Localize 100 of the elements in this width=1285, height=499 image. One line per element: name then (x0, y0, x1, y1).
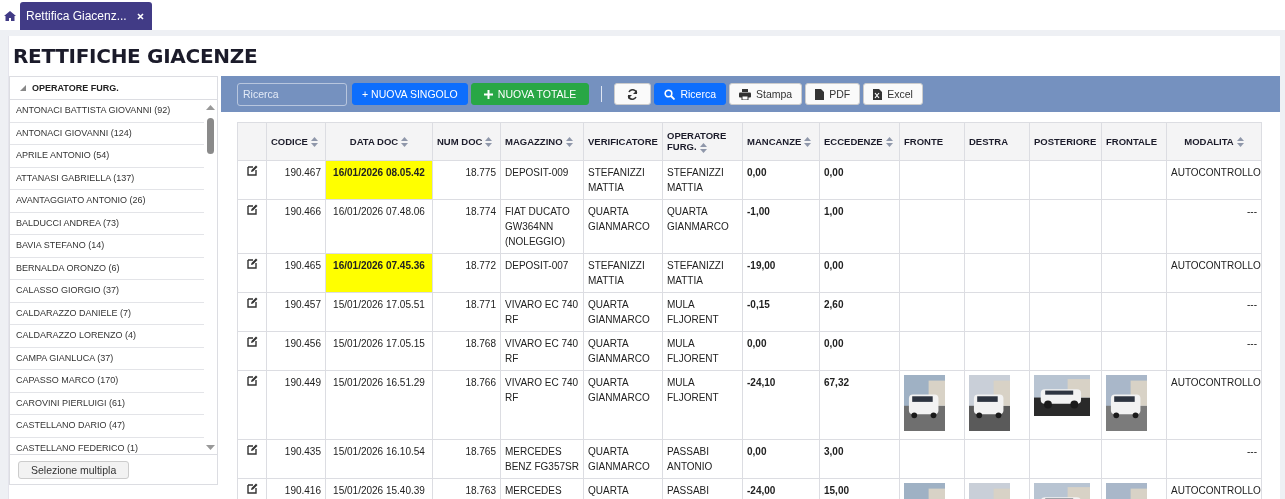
sidebar-item[interactable]: CASTELLANO DARIO (47) (10, 415, 204, 438)
sidebar-item[interactable]: ATTANASI GABRIELLA (137) (10, 167, 204, 190)
table-cell: STEFANIZZI MATTIA (583, 253, 663, 293)
table-cell: STEFANIZZI MATTIA (662, 253, 743, 293)
table-cell: 18.771 (432, 292, 501, 332)
table-cell: DEPOSIT-007 (500, 253, 584, 293)
table-cell (964, 253, 1030, 293)
column-header[interactable]: ECCEDENZE (819, 122, 900, 161)
multi-select-button[interactable]: Selezione multipla (18, 461, 130, 479)
sort-icon[interactable] (1236, 137, 1244, 148)
sort-icon[interactable] (804, 137, 812, 148)
file-icon (815, 88, 825, 100)
sort-icon[interactable] (401, 137, 409, 148)
sidebar-item[interactable]: CALASSO GIORGIO (37) (10, 280, 204, 303)
table-cell: 3,00 (819, 439, 900, 479)
table-cell: 18.766 (432, 370, 501, 440)
sort-icon[interactable] (565, 137, 573, 148)
sort-icon[interactable] (485, 137, 493, 148)
table-cell: 0,00 (742, 439, 820, 479)
search-button[interactable]: Ricerca (654, 83, 726, 105)
table-cell: 15/01/2026 16.51.29 (325, 370, 433, 440)
page-title: RETTIFICHE GIACENZE (12, 43, 259, 70)
table-cell: 0,00 (819, 253, 900, 293)
scroll-down-icon[interactable] (206, 445, 215, 450)
edit-icon[interactable] (246, 165, 258, 176)
edit-icon[interactable] (246, 297, 258, 308)
sidebar-header: OPERATORE FURG. (32, 83, 119, 93)
table-cell (964, 199, 1030, 254)
sidebar-item[interactable]: BALDUCCI ANDREA (73) (10, 212, 204, 235)
table-cell: -1,00 (742, 199, 820, 254)
table-cell: AUTOCONTROLLO (1166, 253, 1262, 293)
table-cell: 0,00 (819, 331, 900, 371)
table-cell: --- (1166, 439, 1262, 479)
new-single-button[interactable]: + NUOVA SINGOLO (352, 83, 468, 105)
sidebar-item[interactable]: CASTELLANO FEDERICO (1) (10, 437, 204, 454)
sidebar-item[interactable]: CALDARAZZO LORENZO (4) (10, 325, 204, 348)
column-header[interactable]: DATA DOC (325, 122, 433, 161)
table-cell: 15/01/2026 17.05.15 (325, 331, 433, 371)
table-cell: QUARTA GIANMARCO (583, 331, 663, 371)
table-cell: 190.456 (266, 331, 326, 371)
table-cell: 16/01/2026 07.48.06 (325, 199, 433, 254)
edit-icon[interactable] (246, 375, 258, 386)
sort-icon[interactable] (885, 137, 893, 148)
sidebar-item[interactable]: CAROVINI PIERLUIGI (61) (10, 392, 204, 415)
table-cell: 18.772 (432, 253, 501, 293)
column-header[interactable]: MODALITA (1166, 122, 1262, 161)
pdf-button[interactable]: PDF (805, 83, 861, 105)
sidebar-item[interactable]: AVANTAGGIATO ANTONIO (26) (10, 190, 204, 213)
table-cell (1101, 199, 1167, 254)
table-cell: QUARTA GIANMARCO (583, 370, 663, 440)
sidebar-item[interactable]: CALDARAZZO DANIELE (7) (10, 302, 204, 325)
edit-icon[interactable] (246, 204, 258, 215)
table-cell: --- (1166, 331, 1262, 371)
column-header[interactable]: MANCANZE (742, 122, 820, 161)
table-cell: VIVARO EC 740 RF (500, 292, 584, 332)
table-cell: 18.765 (432, 439, 501, 479)
column-header[interactable]: CODICE (266, 122, 326, 161)
refresh-button[interactable] (614, 83, 652, 105)
table-cell: PASSABI ANTONIO (662, 439, 743, 479)
triangle-icon[interactable] (20, 85, 26, 91)
sidebar-item[interactable]: ANTONACI BATTISTA GIOVANNI (92) (10, 100, 204, 123)
table-cell (1101, 160, 1167, 200)
plus-icon (483, 89, 493, 99)
edit-icon[interactable] (246, 483, 258, 494)
table-cell: 190.466 (266, 199, 326, 254)
table-cell: MULA FLJORENT (662, 331, 743, 371)
table-cell: --- (1166, 199, 1262, 254)
column-header[interactable]: NUM DOC (432, 122, 501, 161)
table-cell: MERCEDES BENZ FG357SR (500, 439, 584, 479)
printer-icon (739, 88, 751, 100)
sidebar-item[interactable]: ANTONACI GIOVANNI (124) (10, 122, 204, 145)
edit-icon[interactable] (246, 258, 258, 269)
scrollbar-thumb[interactable] (207, 118, 214, 154)
sidebar-item[interactable]: BAVIA STEFANO (14) (10, 235, 204, 258)
sidebar-item[interactable]: CAMPA GIANLUCA (37) (10, 347, 204, 370)
column-header[interactable]: OPERATORE FURG. (662, 122, 743, 161)
table-cell: 15/01/2026 17.05.51 (325, 292, 433, 332)
home-icon[interactable] (4, 11, 16, 21)
print-button[interactable]: Stampa (729, 83, 803, 105)
edit-icon[interactable] (246, 444, 258, 455)
sidebar-item[interactable]: CAPASSO MARCO (170) (10, 370, 204, 393)
table-cell: 2,60 (819, 292, 900, 332)
table-cell (964, 292, 1030, 332)
tab[interactable]: Rettifica Giacenz... (20, 2, 152, 30)
close-icon[interactable] (136, 12, 144, 20)
scroll-up-icon[interactable] (206, 105, 215, 110)
table-cell: MULA FLJORENT (662, 370, 743, 440)
column-header[interactable]: MAGAZZINO (500, 122, 584, 161)
sort-icon[interactable] (310, 137, 318, 148)
table-cell: AUTOCONTROLLO (1166, 160, 1262, 200)
edit-icon[interactable] (246, 336, 258, 347)
sidebar-item[interactable]: BERNALDA ORONZO (6) (10, 257, 204, 280)
table-cell: 18.768 (432, 331, 501, 371)
table-cell: STEFANIZZI MATTIA (583, 160, 663, 200)
search-field[interactable]: Ricerca (237, 82, 347, 106)
table-cell: 190.457 (266, 292, 326, 332)
column-header: POSTERIORE (1029, 122, 1102, 161)
sort-icon[interactable] (699, 142, 707, 153)
excel-button[interactable]: Excel (863, 83, 923, 105)
sidebar-item[interactable]: APRILE ANTONIO (54) (10, 145, 204, 168)
